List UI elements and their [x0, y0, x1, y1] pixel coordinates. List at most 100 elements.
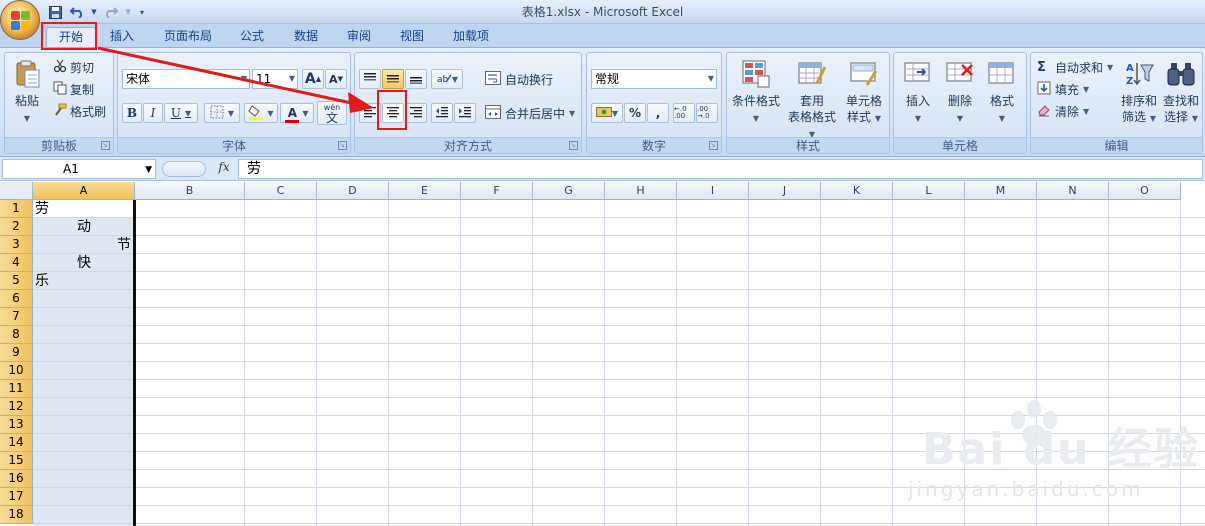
row-header-8[interactable]: 8 [0, 326, 33, 344]
comma-button[interactable]: , [647, 103, 669, 123]
tab-formulas[interactable]: 公式 [230, 27, 274, 48]
cell-a3[interactable]: 节 [117, 236, 131, 254]
tab-insert[interactable]: 插入 [100, 27, 144, 48]
save-icon[interactable] [46, 3, 64, 21]
column-header-k[interactable]: K [821, 182, 893, 200]
dialog-launcher-icon[interactable]: ↘ [569, 141, 578, 150]
column-header-j[interactable]: J [749, 182, 821, 200]
row-header-13[interactable]: 13 [0, 416, 33, 434]
select-all-corner[interactable] [0, 182, 33, 200]
column-header-c[interactable]: C [245, 182, 317, 200]
column-header-l[interactable]: L [893, 182, 965, 200]
column-header-a[interactable]: A [33, 182, 135, 200]
cell-styles-button[interactable]: 单元格 样式 ▼ [839, 59, 889, 127]
tab-addins[interactable]: 加载项 [443, 27, 499, 48]
cell-a1[interactable]: 劳 [35, 200, 49, 218]
row-header-3[interactable]: 3 [0, 236, 33, 254]
row-header-2[interactable]: 2 [0, 218, 33, 236]
font-color-button[interactable]: A ▼ [280, 103, 314, 123]
row-header-7[interactable]: 7 [0, 308, 33, 326]
bold-button[interactable]: B [122, 103, 142, 123]
row-header-12[interactable]: 12 [0, 398, 33, 416]
office-button[interactable] [0, 0, 40, 40]
row-header-14[interactable]: 14 [0, 434, 33, 452]
redo-icon[interactable] [102, 3, 120, 21]
increase-indent-button[interactable] [454, 103, 476, 123]
format-as-table-button[interactable]: 套用 表格格式 ▼ [785, 59, 839, 143]
align-left-button[interactable] [359, 103, 381, 123]
cell-a2[interactable]: 动 [77, 218, 91, 236]
align-bottom-button[interactable] [405, 69, 427, 89]
orientation-button[interactable]: ab ▼ [431, 69, 463, 89]
row-header-15[interactable]: 15 [0, 452, 33, 470]
wrap-text-button[interactable]: 自动换行 [485, 71, 553, 88]
fill-color-button[interactable]: ▼ [244, 103, 278, 123]
row-header-18[interactable]: 18 [0, 506, 33, 524]
formula-input[interactable]: 劳 [238, 159, 1203, 179]
column-header-h[interactable]: H [605, 182, 677, 200]
italic-button[interactable]: I [143, 103, 163, 123]
copy-button[interactable]: 复制 [53, 81, 94, 98]
column-header-f[interactable]: F [461, 182, 533, 200]
dialog-launcher-icon[interactable]: ↘ [338, 141, 347, 150]
tab-review[interactable]: 审阅 [337, 27, 381, 48]
chevron-down-icon[interactable]: ▼ [124, 3, 132, 21]
format-painter-button[interactable]: 格式刷 [53, 103, 106, 120]
row-header-9[interactable]: 9 [0, 344, 33, 362]
dialog-launcher-icon[interactable]: ↘ [101, 141, 110, 150]
row-header-5[interactable]: 5 [0, 272, 33, 290]
tab-data[interactable]: 数据 [284, 27, 328, 48]
row-header-17[interactable]: 17 [0, 488, 33, 506]
accounting-format-button[interactable]: ▼ [591, 103, 623, 123]
conditional-formatting-button[interactable]: 条件格式 ▼ [729, 59, 783, 127]
cell-a4[interactable]: 快 [77, 254, 91, 272]
number-format-combo[interactable]: 常规 ▼ [591, 69, 717, 89]
font-size-combo[interactable]: 11 ▼ [252, 69, 298, 89]
align-right-button[interactable] [405, 103, 427, 123]
dialog-launcher-icon[interactable]: ↘ [709, 141, 718, 150]
phonetic-button[interactable]: wén 文 [317, 101, 347, 125]
tab-page-layout[interactable]: 页面布局 [154, 27, 222, 48]
format-cells-button[interactable]: 格式 ▼ [982, 59, 1022, 127]
underline-button[interactable]: U ▼ [164, 103, 198, 123]
column-header-i[interactable]: I [677, 182, 749, 200]
chevron-down-icon[interactable]: ▼ [90, 3, 98, 21]
column-header-m[interactable]: M [965, 182, 1037, 200]
insert-function-button[interactable]: fx [212, 160, 236, 178]
align-top-button[interactable] [359, 69, 381, 89]
name-box[interactable]: A1 ▼ [2, 159, 156, 179]
align-center-button[interactable] [382, 103, 404, 123]
column-header-e[interactable]: E [389, 182, 461, 200]
font-name-combo[interactable]: 宋体 ▼ [122, 69, 250, 89]
row-header-11[interactable]: 11 [0, 380, 33, 398]
tab-home[interactable]: 开始 [46, 27, 96, 48]
row-header-1[interactable]: 1 [0, 200, 33, 218]
paste-button[interactable]: 粘贴 ▼ [9, 59, 45, 127]
column-header-n[interactable]: N [1037, 182, 1109, 200]
sort-filter-button[interactable]: AZ 排序和 筛选 ▼ [1119, 59, 1159, 127]
fill-button[interactable]: 填充 ▼ [1037, 81, 1089, 98]
row-header-6[interactable]: 6 [0, 290, 33, 308]
row-header-16[interactable]: 16 [0, 470, 33, 488]
column-header-o[interactable]: O [1109, 182, 1181, 200]
decrease-decimal-button[interactable]: .00 →.0 [696, 103, 718, 123]
undo-icon[interactable] [68, 3, 86, 21]
tab-view[interactable]: 视图 [390, 27, 434, 48]
customize-icon[interactable]: ▾ [136, 3, 148, 21]
borders-button[interactable]: ▼ [204, 103, 240, 123]
formula-bar-resize-handle[interactable] [162, 161, 206, 177]
row-header-4[interactable]: 4 [0, 254, 33, 272]
column-header-d[interactable]: D [317, 182, 389, 200]
worksheet-grid[interactable]: ABCDEFGHIJKLMNO 1 2 3 4 5 6 7 8 9 10 11 12 13 14 15 16 1… [0, 182, 1205, 526]
cell-a5[interactable]: 乐 [35, 272, 49, 290]
column-header-g[interactable]: G [533, 182, 605, 200]
autosum-button[interactable]: Σ 自动求和 ▼ [1037, 59, 1113, 76]
insert-cells-button[interactable]: 插入 ▼ [898, 59, 938, 127]
cut-button[interactable]: 剪切 [53, 59, 94, 76]
increase-decimal-button[interactable]: ←.0 .00 [673, 103, 695, 123]
delete-cells-button[interactable]: 删除 ▼ [940, 59, 980, 127]
find-select-button[interactable]: 查找和 选择 ▼ [1161, 59, 1201, 127]
merge-center-button[interactable]: 合并后居中 ▼ [485, 105, 575, 122]
decrease-indent-button[interactable] [431, 103, 453, 123]
align-middle-button[interactable] [382, 69, 404, 89]
